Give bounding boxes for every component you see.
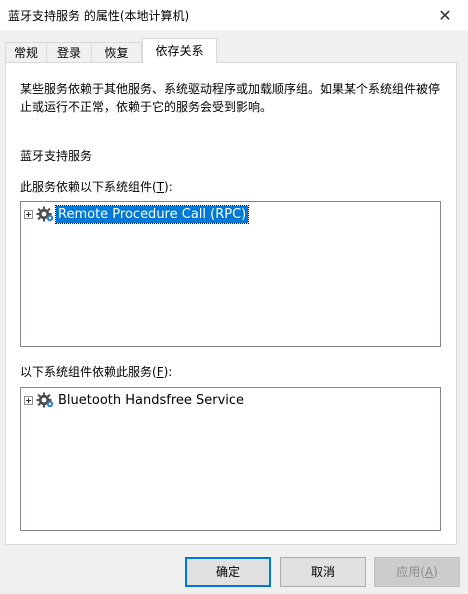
window-title: 蓝牙支持服务 的属性(本地计算机) xyxy=(8,9,190,23)
gear-icon xyxy=(36,392,54,408)
depends-on-tree[interactable]: Remote Procedure Call (RPC) xyxy=(20,201,441,347)
tab-recovery[interactable]: 恢复 xyxy=(91,42,142,62)
dependencies-panel: 某些服务依赖于其他服务、系统驱动程序或加载顺序组。如果某个系统组件被停止或运行不… xyxy=(5,62,457,545)
tree-node[interactable]: Remote Procedure Call (RPC) xyxy=(24,204,250,224)
depends-on-label: 此服务依赖以下系统组件(T): xyxy=(20,180,173,194)
expand-icon[interactable] xyxy=(24,209,33,219)
tab-general[interactable]: 常规 xyxy=(5,42,47,62)
gear-icon xyxy=(36,206,54,222)
dependents-tree[interactable]: Bluetooth Handsfree Service xyxy=(20,387,441,531)
cancel-button[interactable]: 取消 xyxy=(280,557,366,587)
tab-logon[interactable]: 登录 xyxy=(46,42,92,62)
apply-button[interactable]: 应用(A) xyxy=(374,557,460,587)
service-name: 蓝牙支持服务 xyxy=(20,149,93,163)
expand-icon[interactable] xyxy=(24,395,33,405)
tree-node-label[interactable]: Remote Procedure Call (RPC) xyxy=(54,204,250,224)
description-text: 某些服务依赖于其他服务、系统驱动程序或加载顺序组。如果某个系统组件被停止或运行不… xyxy=(20,82,441,114)
dependents-label: 以下系统组件依赖此服务(F): xyxy=(20,365,173,379)
title-bar: 蓝牙支持服务 的属性(本地计算机) ✕ xyxy=(0,0,468,30)
tab-dependencies[interactable]: 依存关系 xyxy=(142,38,217,63)
tree-node-label[interactable]: Bluetooth Handsfree Service xyxy=(56,392,246,409)
tree-node[interactable]: Bluetooth Handsfree Service xyxy=(24,391,246,409)
close-icon[interactable]: ✕ xyxy=(422,0,468,30)
tab-strip: 常规 登录 恢复 依存关系 xyxy=(5,38,463,63)
ok-button[interactable]: 确定 xyxy=(185,557,271,587)
